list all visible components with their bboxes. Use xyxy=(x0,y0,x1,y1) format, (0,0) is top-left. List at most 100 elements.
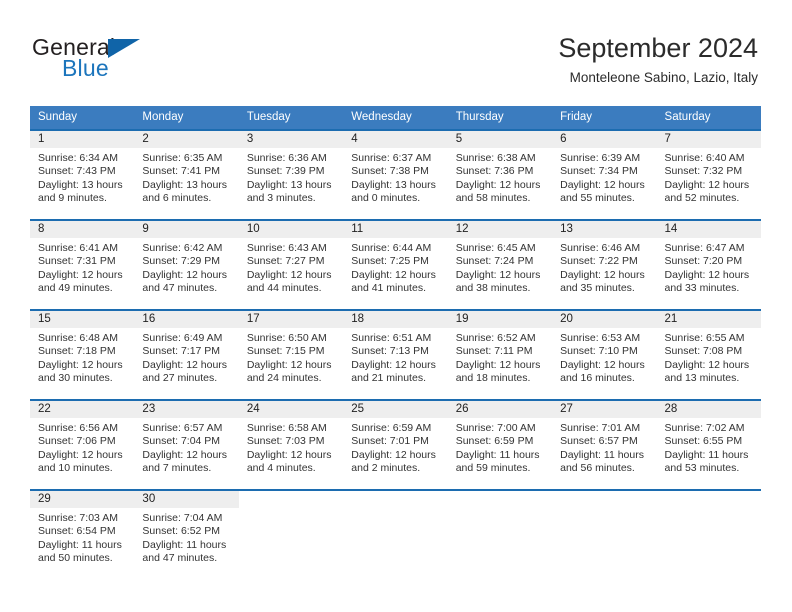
sunrise-text: Sunrise: 6:42 AM xyxy=(142,242,223,254)
daylight-text: Daylight: 12 hours and 24 minutes. xyxy=(246,358,332,385)
day-number: 23 xyxy=(134,401,239,418)
sunset-text: Sunset: 6:57 PM xyxy=(560,435,638,448)
calendar-week-row: 1 Sunrise: 6:34 AM Sunset: 7:43 PM Dayli… xyxy=(30,129,761,220)
day-details: Sunrise: 6:40 AM Sunset: 7:32 PM Dayligh… xyxy=(657,148,761,206)
day-number: 22 xyxy=(30,401,135,418)
day-number: 29 xyxy=(30,491,135,508)
day-number: 14 xyxy=(656,221,761,238)
sunset-text: Sunset: 6:55 PM xyxy=(664,435,743,448)
calendar-day-cell[interactable]: 18 Sunrise: 6:51 AM Sunset: 7:13 PM Dayl… xyxy=(343,309,448,400)
calendar-day-cell[interactable]: 20 Sunrise: 6:53 AM Sunset: 7:10 PM Dayl… xyxy=(552,309,657,400)
calendar-day-cell[interactable]: 3 Sunrise: 6:36 AM Sunset: 7:39 PM Dayli… xyxy=(238,129,344,220)
day-details: Sunrise: 7:01 AM Sunset: 6:57 PM Dayligh… xyxy=(552,418,656,476)
day-number: 11 xyxy=(343,221,448,238)
day-details: Sunrise: 7:03 AM Sunset: 6:54 PM Dayligh… xyxy=(30,508,134,566)
calendar-week-row: 29 Sunrise: 7:03 AM Sunset: 6:54 PM Dayl… xyxy=(30,489,761,579)
calendar-day-cell[interactable]: 22 Sunrise: 6:56 AM Sunset: 7:06 PM Dayl… xyxy=(30,399,135,490)
day-number xyxy=(657,491,761,508)
flag-icon xyxy=(108,39,140,58)
sunset-text: Sunset: 7:29 PM xyxy=(142,255,221,268)
daylight-text: Daylight: 12 hours and 10 minutes. xyxy=(38,448,123,475)
day-details: Sunrise: 6:38 AM Sunset: 7:36 PM Dayligh… xyxy=(448,148,552,206)
sunset-text: Sunset: 6:54 PM xyxy=(38,525,116,538)
calendar-day-cell[interactable]: 5 Sunrise: 6:38 AM Sunset: 7:36 PM Dayli… xyxy=(447,129,553,220)
daylight-text: Daylight: 12 hours and 55 minutes. xyxy=(560,178,645,205)
calendar-day-cell[interactable]: 25 Sunrise: 6:59 AM Sunset: 7:01 PM Dayl… xyxy=(343,399,448,490)
calendar-day-cell-empty xyxy=(447,489,553,579)
daylight-text: Daylight: 12 hours and 33 minutes. xyxy=(664,268,750,295)
brand-logo[interactable]: General Blue xyxy=(32,34,262,86)
calendar-day-cell[interactable]: 2 Sunrise: 6:35 AM Sunset: 7:41 PM Dayli… xyxy=(134,129,239,220)
calendar-day-cell[interactable]: 14 Sunrise: 6:47 AM Sunset: 7:20 PM Dayl… xyxy=(656,219,761,310)
sunrise-text: Sunrise: 6:34 AM xyxy=(38,152,118,164)
calendar-day-cell[interactable]: 8 Sunrise: 6:41 AM Sunset: 7:31 PM Dayli… xyxy=(30,219,135,310)
sunset-text: Sunset: 6:52 PM xyxy=(142,525,221,538)
sunrise-text: Sunrise: 6:58 AM xyxy=(246,422,327,434)
day-details: Sunrise: 6:43 AM Sunset: 7:27 PM Dayligh… xyxy=(239,238,343,296)
calendar-day-cell[interactable]: 23 Sunrise: 6:57 AM Sunset: 7:04 PM Dayl… xyxy=(134,399,239,490)
day-details: Sunrise: 7:04 AM Sunset: 6:52 PM Dayligh… xyxy=(134,508,238,566)
day-number: 12 xyxy=(447,221,553,238)
calendar-day-cell[interactable]: 27 Sunrise: 7:01 AM Sunset: 6:57 PM Dayl… xyxy=(552,399,657,490)
calendar-day-cell[interactable]: 10 Sunrise: 6:43 AM Sunset: 7:27 PM Dayl… xyxy=(238,219,344,310)
day-number: 1 xyxy=(30,131,135,148)
day-details: Sunrise: 6:35 AM Sunset: 7:41 PM Dayligh… xyxy=(134,148,238,206)
sunset-text: Sunset: 7:22 PM xyxy=(560,255,638,268)
day-number: 5 xyxy=(447,131,553,148)
calendar-day-cell[interactable]: 17 Sunrise: 6:50 AM Sunset: 7:15 PM Dayl… xyxy=(238,309,344,400)
calendar-day-cell[interactable]: 1 Sunrise: 6:34 AM Sunset: 7:43 PM Dayli… xyxy=(30,129,135,220)
calendar-day-cell[interactable]: 15 Sunrise: 6:48 AM Sunset: 7:18 PM Dayl… xyxy=(30,309,135,400)
day-details: Sunrise: 7:00 AM Sunset: 6:59 PM Dayligh… xyxy=(448,418,552,476)
sunrise-text: Sunrise: 7:00 AM xyxy=(455,422,536,434)
calendar-week-row: 8 Sunrise: 6:41 AM Sunset: 7:31 PM Dayli… xyxy=(30,219,761,310)
sunrise-text: Sunrise: 6:36 AM xyxy=(246,152,327,164)
calendar-day-cell[interactable]: 29 Sunrise: 7:03 AM Sunset: 6:54 PM Dayl… xyxy=(30,489,135,579)
day-number: 13 xyxy=(552,221,657,238)
calendar-day-cell[interactable]: 9 Sunrise: 6:42 AM Sunset: 7:29 PM Dayli… xyxy=(134,219,239,310)
calendar-day-cell[interactable]: 24 Sunrise: 6:58 AM Sunset: 7:03 PM Dayl… xyxy=(238,399,344,490)
sunset-text: Sunset: 7:10 PM xyxy=(560,345,638,358)
sunrise-text: Sunrise: 6:46 AM xyxy=(560,242,641,254)
daylight-text: Daylight: 12 hours and 44 minutes. xyxy=(246,268,332,295)
daylight-text: Daylight: 12 hours and 27 minutes. xyxy=(142,358,228,385)
sunset-text: Sunset: 7:38 PM xyxy=(351,165,429,178)
calendar-day-cell[interactable]: 19 Sunrise: 6:52 AM Sunset: 7:11 PM Dayl… xyxy=(447,309,553,400)
calendar-day-cell[interactable]: 4 Sunrise: 6:37 AM Sunset: 7:38 PM Dayli… xyxy=(343,129,448,220)
sunrise-text: Sunrise: 6:52 AM xyxy=(455,332,536,344)
sunset-text: Sunset: 7:39 PM xyxy=(246,165,325,178)
sunrise-text: Sunrise: 6:56 AM xyxy=(38,422,118,434)
day-details: Sunrise: 6:57 AM Sunset: 7:04 PM Dayligh… xyxy=(134,418,238,476)
day-number xyxy=(448,491,552,508)
day-number: 27 xyxy=(552,401,657,418)
daylight-text: Daylight: 12 hours and 58 minutes. xyxy=(455,178,541,205)
sunrise-text: Sunrise: 6:51 AM xyxy=(351,332,432,344)
calendar-day-cell[interactable]: 28 Sunrise: 7:02 AM Sunset: 6:55 PM Dayl… xyxy=(656,399,761,490)
sunset-text: Sunset: 7:24 PM xyxy=(455,255,534,268)
day-details: Sunrise: 6:55 AM Sunset: 7:08 PM Dayligh… xyxy=(657,328,761,386)
calendar-day-cell[interactable]: 16 Sunrise: 6:49 AM Sunset: 7:17 PM Dayl… xyxy=(134,309,239,400)
calendar-day-cell[interactable]: 7 Sunrise: 6:40 AM Sunset: 7:32 PM Dayli… xyxy=(656,129,761,220)
calendar-day-cell[interactable]: 13 Sunrise: 6:46 AM Sunset: 7:22 PM Dayl… xyxy=(552,219,657,310)
calendar-day-cell[interactable]: 30 Sunrise: 7:04 AM Sunset: 6:52 PM Dayl… xyxy=(134,489,239,579)
sunset-text: Sunset: 7:41 PM xyxy=(142,165,221,178)
day-number: 10 xyxy=(238,221,344,238)
day-details: Sunrise: 6:36 AM Sunset: 7:39 PM Dayligh… xyxy=(239,148,343,206)
day-number: 2 xyxy=(134,131,239,148)
sunrise-text: Sunrise: 6:57 AM xyxy=(142,422,223,434)
day-number: 18 xyxy=(343,311,448,328)
daylight-text: Daylight: 12 hours and 16 minutes. xyxy=(560,358,645,385)
sunrise-text: Sunrise: 7:03 AM xyxy=(38,512,118,524)
calendar-day-cell[interactable]: 26 Sunrise: 7:00 AM Sunset: 6:59 PM Dayl… xyxy=(447,399,553,490)
calendar-day-cell[interactable]: 12 Sunrise: 6:45 AM Sunset: 7:24 PM Dayl… xyxy=(447,219,553,310)
day-details: Sunrise: 6:34 AM Sunset: 7:43 PM Dayligh… xyxy=(30,148,134,206)
day-number: 6 xyxy=(552,131,657,148)
sunrise-text: Sunrise: 6:35 AM xyxy=(142,152,223,164)
weekday-header-row: Sunday Monday Tuesday Wednesday Thursday… xyxy=(30,106,761,130)
day-number: 17 xyxy=(238,311,344,328)
daylight-text: Daylight: 12 hours and 47 minutes. xyxy=(142,268,228,295)
calendar-day-cell[interactable]: 11 Sunrise: 6:44 AM Sunset: 7:25 PM Dayl… xyxy=(343,219,448,310)
calendar-day-cell[interactable]: 6 Sunrise: 6:39 AM Sunset: 7:34 PM Dayli… xyxy=(552,129,657,220)
daylight-text: Daylight: 13 hours and 6 minutes. xyxy=(142,178,228,205)
calendar-day-cell[interactable]: 21 Sunrise: 6:55 AM Sunset: 7:08 PM Dayl… xyxy=(656,309,761,400)
calendar-day-cell-empty xyxy=(343,489,448,579)
